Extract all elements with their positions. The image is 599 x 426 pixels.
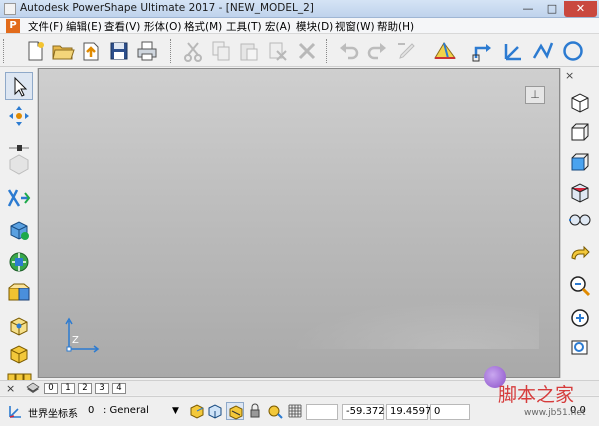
watermark-text: 脚本之家	[498, 384, 575, 406]
red-cube-icon[interactable]	[566, 178, 594, 206]
delete-selected-icon[interactable]	[264, 38, 290, 64]
axis-icon[interactable]	[500, 38, 526, 64]
new-file-icon[interactable]	[22, 38, 48, 64]
cube-wire-icon[interactable]	[5, 312, 33, 340]
powershape-logo-icon[interactable]: P	[6, 19, 20, 33]
delete-icon[interactable]	[294, 38, 320, 64]
toolbar-grip[interactable]	[170, 39, 173, 63]
pin-icon[interactable]	[5, 134, 33, 151]
title-bar: Autodesk PowerShape Ultimate 2017 - [NEW…	[0, 0, 599, 18]
close-button[interactable]: ✕	[564, 1, 597, 17]
layer-select[interactable]: : General ▼	[100, 404, 184, 420]
menu-module[interactable]: 模块(D)	[296, 19, 333, 34]
right-toolbar-close[interactable]: ×	[565, 69, 574, 82]
workplane-icon[interactable]	[470, 38, 496, 64]
solid-disabled-icon[interactable]	[5, 150, 33, 178]
redo-icon[interactable]	[364, 38, 390, 64]
snap-icon[interactable]	[266, 402, 284, 420]
circle-icon[interactable]	[560, 38, 586, 64]
toolbar-grip[interactable]	[326, 39, 329, 63]
viewport-shading	[289, 299, 539, 349]
undo-icon[interactable]	[336, 38, 362, 64]
menu-window[interactable]: 视窗(W)	[335, 19, 375, 34]
paste-icon[interactable]	[236, 38, 262, 64]
cut-icon[interactable]	[180, 38, 206, 64]
cube-multi-icon[interactable]	[5, 364, 33, 384]
levels-close[interactable]: ×	[6, 382, 15, 395]
surface-view-icon[interactable]	[432, 38, 458, 64]
input-field-empty[interactable]	[306, 404, 338, 420]
edit-disabled-icon[interactable]	[394, 38, 420, 64]
front-cube-icon[interactable]	[566, 148, 594, 176]
open-folder-icon[interactable]	[50, 38, 76, 64]
menu-file[interactable]: 文件(F)	[28, 19, 63, 34]
minimize-button[interactable]: —	[516, 1, 540, 17]
model-viewport[interactable]: ⊥ Z	[38, 68, 560, 378]
main-toolbar	[0, 35, 599, 67]
axis-triad: Z	[61, 313, 101, 353]
coord-system-icon[interactable]	[6, 402, 24, 420]
cube-green-icon[interactable]	[5, 248, 33, 276]
coord-system-label[interactable]: 世界坐标系	[28, 405, 78, 420]
toolbar-grip[interactable]	[3, 39, 6, 63]
window-title: Autodesk PowerShape Ultimate 2017 - [NEW…	[20, 2, 314, 14]
menu-format[interactable]: 格式(M)	[184, 19, 222, 34]
level-cube-icon[interactable]	[188, 402, 206, 420]
import-icon[interactable]	[78, 38, 104, 64]
layer-select-value: : General	[103, 405, 149, 416]
axis-z-label: Z	[72, 335, 79, 346]
watermark: 脚本之家 www.jb51.net	[484, 366, 594, 422]
lock-icon[interactable]	[246, 402, 264, 420]
copy-icon[interactable]	[208, 38, 234, 64]
level-tab[interactable]: 0	[44, 383, 58, 394]
y-coordinate[interactable]: 19.4597	[386, 404, 431, 420]
maximize-button[interactable]: □	[540, 1, 564, 17]
menu-help[interactable]: 帮助(H)	[377, 19, 414, 34]
hand-pan-icon[interactable]	[566, 242, 594, 270]
grid-icon[interactable]	[286, 402, 304, 420]
camera-icon[interactable]	[566, 206, 594, 234]
layer-number: 0	[88, 405, 95, 416]
right-toolbar: ×	[560, 68, 599, 378]
watermark-url: www.jb51.net	[524, 408, 586, 418]
level-layer-icon[interactable]	[26, 382, 40, 395]
save-icon[interactable]	[106, 38, 132, 64]
app-icon	[4, 3, 16, 15]
curve-icon[interactable]	[5, 184, 33, 212]
x-coordinate[interactable]: -59.372	[342, 404, 385, 420]
menu-bar: P 文件(F) 编辑(E) 查看(V) 形体(O) 格式(M) 工具(T) 宏(…	[0, 18, 599, 34]
view-toggle-button[interactable]: ⊥	[525, 86, 545, 104]
level-cube-active-icon[interactable]	[226, 402, 244, 420]
level-tab[interactable]: 4	[112, 383, 126, 394]
menu-macro[interactable]: 宏(A)	[265, 19, 291, 34]
level-cube-blue-icon[interactable]	[206, 402, 224, 420]
zoom-icon[interactable]	[566, 272, 594, 300]
z-coordinate[interactable]: 0	[430, 404, 470, 420]
zoom-box-icon[interactable]	[566, 334, 594, 362]
left-toolbar	[0, 68, 38, 384]
powershape-window: Autodesk PowerShape Ultimate 2017 - [NEW…	[0, 0, 599, 426]
cube-blue-icon[interactable]	[5, 216, 33, 244]
transform-icon[interactable]	[5, 102, 33, 130]
menu-view[interactable]: 查看(V)	[104, 19, 140, 34]
print-icon[interactable]	[134, 38, 160, 64]
menu-edit[interactable]: 编辑(E)	[66, 19, 102, 34]
cube-yellow-blue-icon[interactable]	[5, 280, 33, 308]
menu-object[interactable]: 形体(O)	[144, 19, 181, 34]
menu-tools[interactable]: 工具(T)	[226, 19, 262, 34]
select-arrow-icon[interactable]	[5, 72, 33, 100]
level-tab[interactable]: 1	[61, 383, 75, 394]
line-icon[interactable]	[530, 38, 556, 64]
level-tab[interactable]: 3	[95, 383, 109, 394]
iso-cube-icon[interactable]	[566, 88, 594, 116]
chevron-down-icon: ▼	[172, 406, 179, 416]
level-tab[interactable]: 2	[78, 383, 92, 394]
wire-cube-icon[interactable]	[566, 118, 594, 146]
zoom-fit-icon[interactable]	[566, 304, 594, 332]
